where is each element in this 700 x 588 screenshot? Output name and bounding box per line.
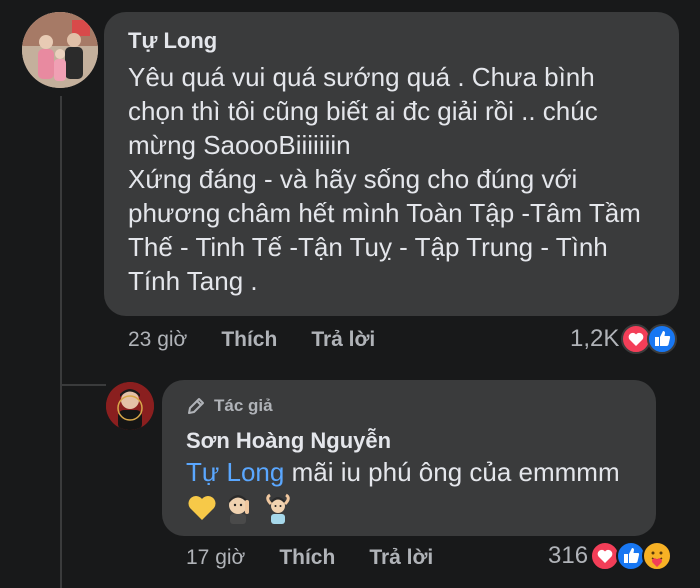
shh-face-icon [229,495,249,524]
author-badge-label: Tác giả [214,396,273,415]
reply-time[interactable]: 17 giờ [186,546,245,570]
reaction-summary[interactable]: 1,2K [570,324,678,354]
author-badge: Tác giả [186,396,273,416]
emoji-row [186,492,294,524]
reply-message: mãi iu phú ông của emmmm [291,457,620,487]
reply-reaction-summary[interactable]: 316 [548,541,673,571]
reply-button[interactable]: Trả lời [311,328,375,352]
mention-link[interactable]: Tự Long [186,457,284,487]
comment-line: mừng SaoooBiiiiiiin [128,130,351,160]
reply-author[interactable]: Sơn Hoàng Nguyễn [186,428,391,454]
reaction-count: 1,2K [570,325,620,352]
reply-actions: 17 giờ Thích Trả lời [186,546,467,570]
reply-reply-button[interactable]: Trả lời [369,546,433,570]
comment-text: Yêu quá vui quá sướng quá . Chưa bình ch… [128,60,668,298]
like-reaction-icon [647,324,678,354]
like-button[interactable]: Thích [221,328,277,352]
avatar-photo [22,12,98,88]
comment-time[interactable]: 23 giờ [128,328,187,352]
comment-author[interactable]: Tự Long [128,28,217,54]
comment-line: Thế - Tinh Tế -Tận Tuỵ - Tập Trung - Tìn… [128,232,608,262]
reply-reaction-count: 316 [548,542,589,569]
reply-avatar[interactable] [106,382,154,430]
man-gesturing-ok-icon [266,493,290,524]
comment-line: chọn thì tôi cũng biết ai đc giải rồi ..… [128,96,598,126]
reply-connector [60,384,106,386]
thread-connector [60,96,62,588]
yellow-heart-icon [188,496,216,520]
comment-actions: 23 giờ Thích Trả lời [128,328,409,352]
comment-line: Yêu quá vui quá sướng quá . Chưa bình [128,62,595,92]
reply-avatar-photo [106,382,154,430]
reply-like-button[interactable]: Thích [279,546,335,570]
reply-text: Tự Long mãi iu phú ông của emmmm [186,456,620,488]
avatar[interactable] [22,12,98,88]
comment-line: phương châm hết mình Toàn Tập -Tâm Tầm [128,198,641,228]
care-reaction-icon [642,541,673,571]
comment-line: Tính Tang . [128,266,258,296]
comment-line: Xứng đáng - và hãy sống cho đúng với [128,164,578,194]
pen-icon [188,398,204,414]
